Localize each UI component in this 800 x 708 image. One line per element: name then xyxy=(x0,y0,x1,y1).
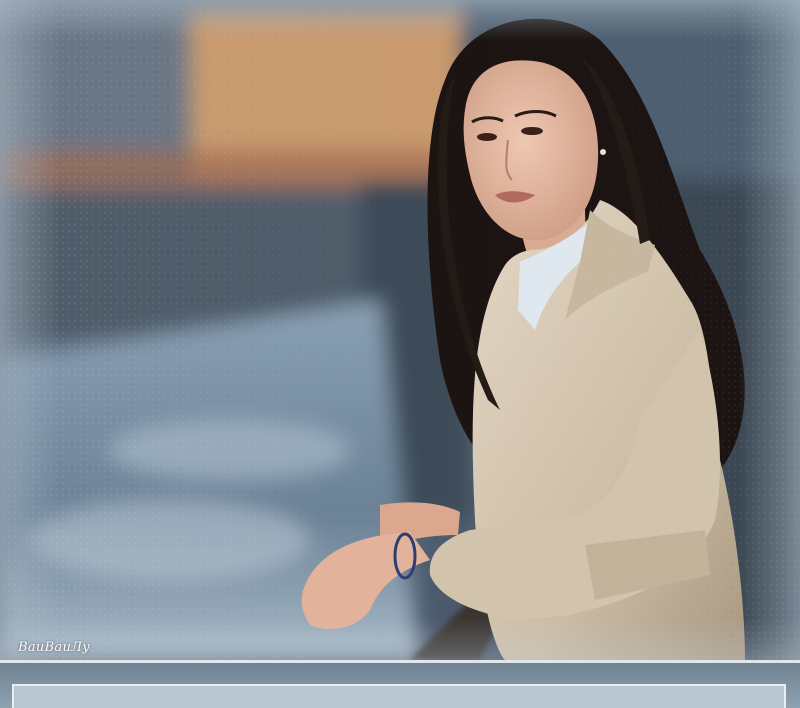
portrait-photo xyxy=(0,0,800,660)
bottom-inset-panel xyxy=(12,684,786,708)
photo-illustration xyxy=(0,0,800,660)
image-frame: BaиBaиЛу xyxy=(0,0,800,708)
artist-signature: BaиBaиЛу xyxy=(18,640,91,655)
